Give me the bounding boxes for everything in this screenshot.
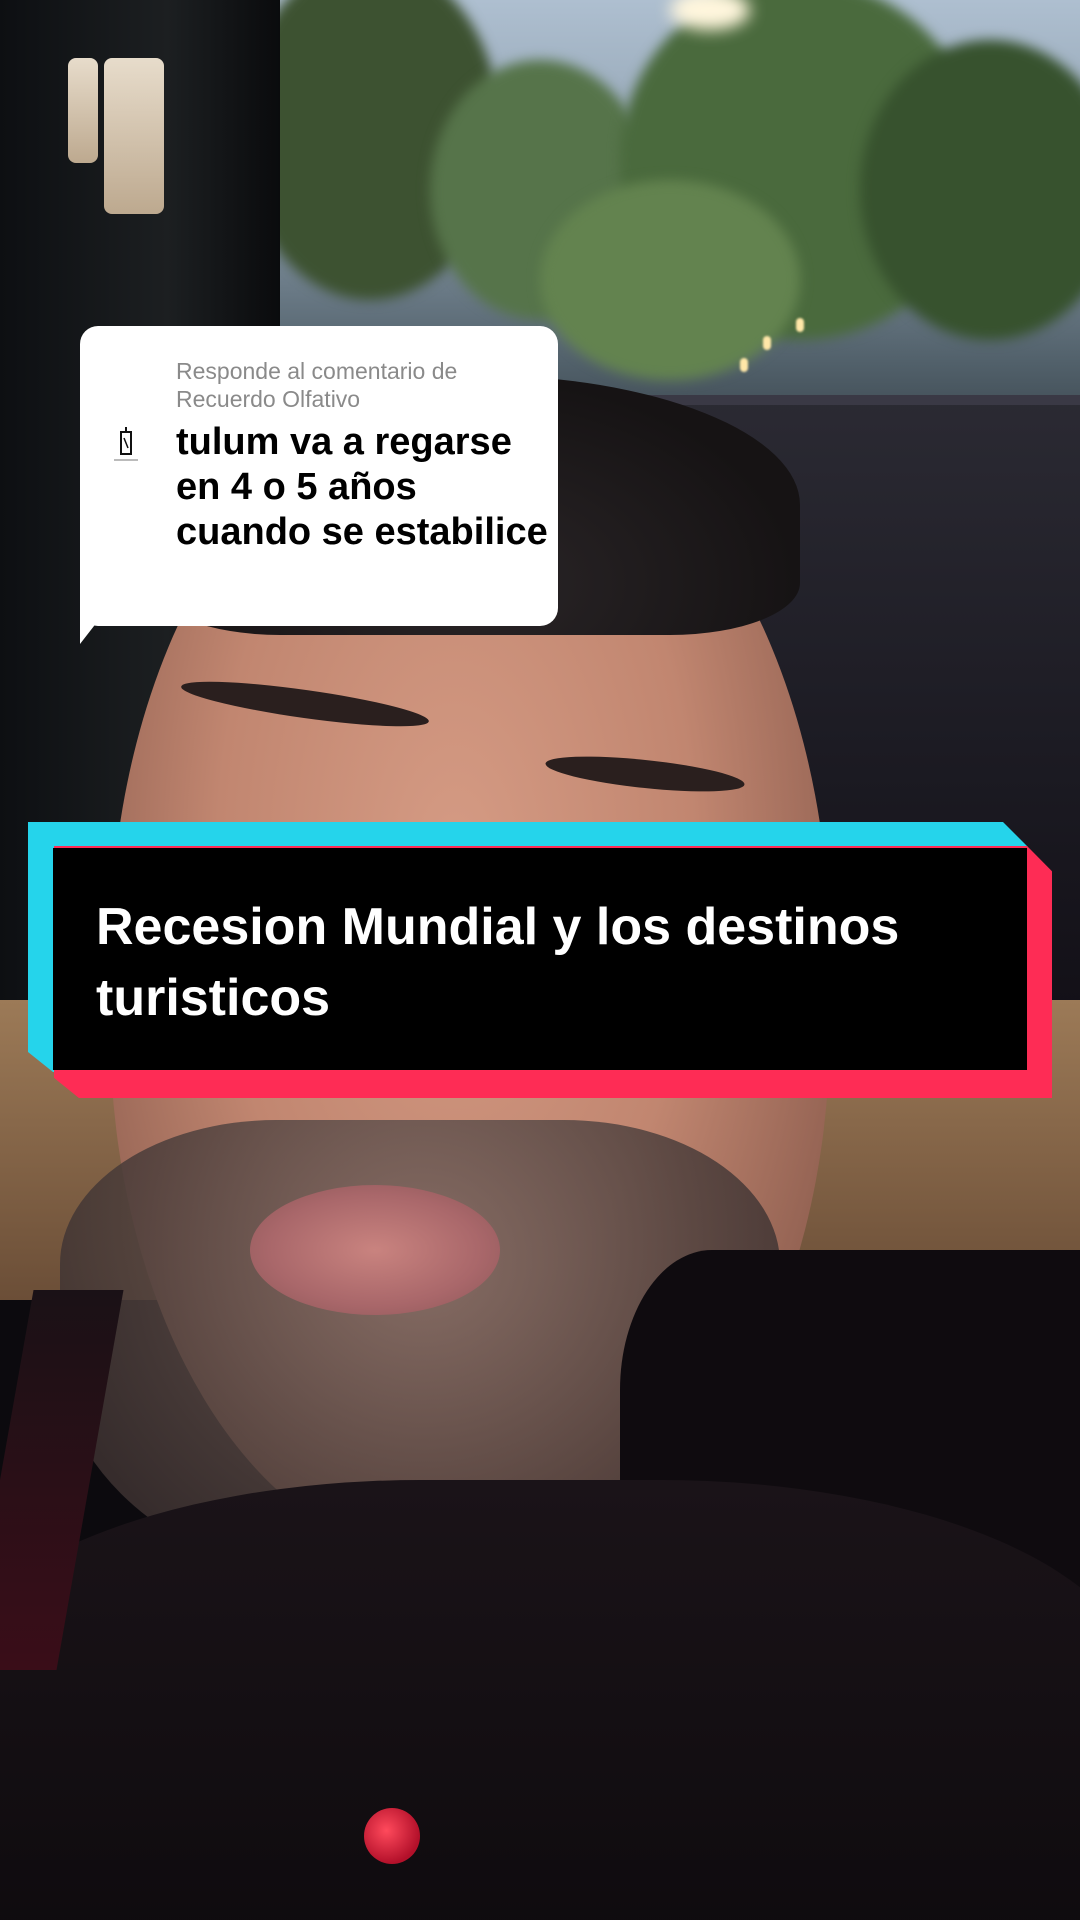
commenter-avatar-icon[interactable] xyxy=(104,424,148,468)
wall-rail xyxy=(640,395,1080,405)
title-banner-text: Recesion Mundial y los destinos turistic… xyxy=(96,898,900,1027)
reply-sticker-tail xyxy=(80,608,108,644)
reply-meta-label: Responde al comentario de Recuerdo Olfat… xyxy=(176,358,458,412)
reply-comment-text: tulum va a regarse en 4 o 5 años cuando … xyxy=(176,421,548,553)
tree-foliage xyxy=(540,180,800,380)
shirt-button xyxy=(364,1808,420,1864)
door-latch xyxy=(68,58,98,163)
door-latch xyxy=(104,58,164,214)
string-light xyxy=(740,358,748,372)
recuerdo-olfativo-logo-icon xyxy=(114,427,138,461)
string-light xyxy=(763,336,771,350)
shirt xyxy=(0,1480,1080,1920)
string-light xyxy=(796,318,804,332)
person-lips xyxy=(250,1185,500,1315)
